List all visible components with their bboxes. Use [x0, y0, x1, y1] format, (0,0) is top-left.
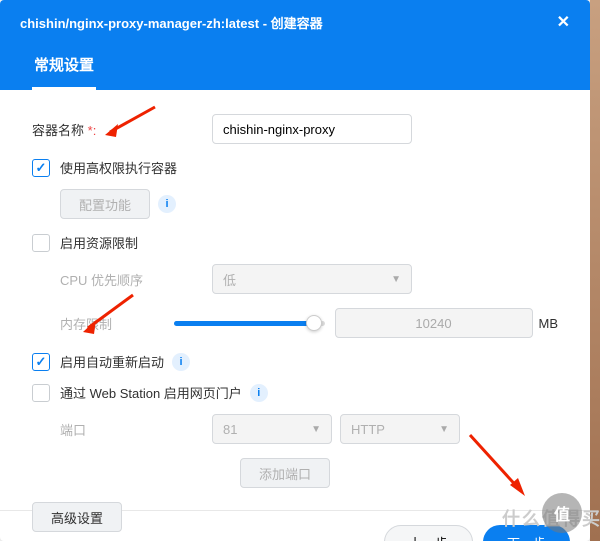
auto-restart-row: 启用自动重新启动 i [32, 352, 558, 371]
resource-limits-label: 启用资源限制 [60, 233, 138, 252]
info-icon[interactable]: i [250, 384, 268, 402]
chevron-down-icon: ▼ [391, 274, 401, 285]
modal-title: chishin/nginx-proxy-manager-zh:latest - … [20, 13, 323, 32]
advanced-settings-button[interactable]: 高级设置 [32, 502, 122, 532]
high-privilege-checkbox[interactable] [32, 159, 50, 177]
modal-body: 容器名称 *: 使用高权限执行容器 配置功能 i 启用资源限制 CPU 优先顺序… [0, 90, 590, 510]
watermark-badge: 值 [542, 493, 582, 533]
info-icon[interactable]: i [172, 353, 190, 371]
add-port-row: 添加端口 [240, 458, 558, 488]
tab-bar: 常规设置 [0, 44, 590, 90]
prev-button[interactable]: 上一步 [384, 525, 473, 541]
modal-header: chishin/nginx-proxy-manager-zh:latest - … [0, 0, 590, 44]
chevron-down-icon: ▼ [439, 424, 449, 435]
add-port-button[interactable]: 添加端口 [240, 458, 330, 488]
close-icon[interactable]: ✕ [557, 12, 570, 32]
cpu-priority-dropdown: 低 ▼ [212, 264, 412, 294]
resource-limits-row: 启用资源限制 [32, 233, 558, 252]
config-features-button[interactable]: 配置功能 [60, 189, 150, 219]
memory-value-input [335, 308, 533, 338]
webstation-checkbox[interactable] [32, 384, 50, 402]
memory-limit-row: 内存限制 MB [60, 308, 558, 338]
port-dropdown: 81 ▼ [212, 414, 332, 444]
container-name-label: 容器名称 *: [32, 120, 212, 139]
tab-general[interactable]: 常规设置 [32, 44, 96, 90]
auto-restart-checkbox[interactable] [32, 353, 50, 371]
container-name-row: 容器名称 *: [32, 114, 558, 144]
container-name-input[interactable] [212, 114, 412, 144]
cpu-priority-row: CPU 优先顺序 低 ▼ [60, 264, 558, 294]
memory-limit-label: 内存限制 [60, 314, 174, 333]
resource-limits-checkbox[interactable] [32, 234, 50, 252]
port-row: 端口 81 ▼ HTTP ▼ [60, 414, 558, 444]
config-features-row: 配置功能 i [60, 189, 558, 219]
memory-slider [174, 321, 324, 326]
port-label: 端口 [60, 420, 212, 439]
protocol-dropdown: HTTP ▼ [340, 414, 460, 444]
webstation-row: 通过 Web Station 启用网页门户 i [32, 383, 558, 402]
cpu-priority-label: CPU 优先顺序 [60, 270, 212, 289]
chevron-down-icon: ▼ [311, 424, 321, 435]
info-icon[interactable]: i [158, 195, 176, 213]
high-privilege-row: 使用高权限执行容器 [32, 158, 558, 177]
auto-restart-label: 启用自动重新启动 [60, 352, 164, 371]
create-container-modal: chishin/nginx-proxy-manager-zh:latest - … [0, 0, 590, 541]
memory-unit: MB [539, 316, 559, 331]
webstation-label: 通过 Web Station 启用网页门户 [60, 383, 242, 402]
high-privilege-label: 使用高权限执行容器 [60, 158, 177, 177]
